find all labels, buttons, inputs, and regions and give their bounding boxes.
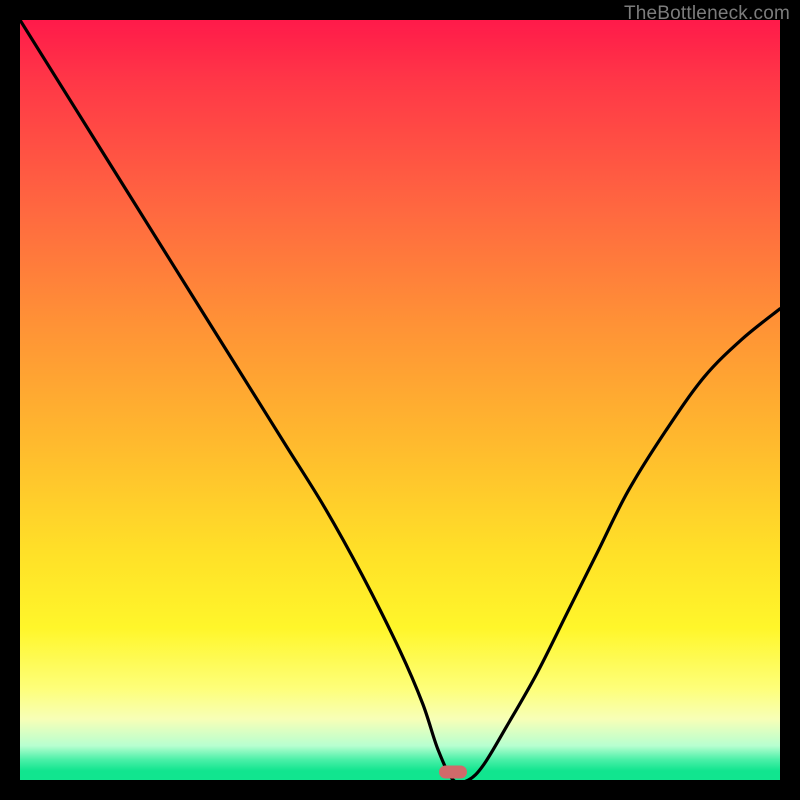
bottleneck-curve	[20, 20, 780, 780]
chart-container: TheBottleneck.com	[0, 0, 800, 800]
minimum-marker	[439, 766, 467, 779]
plot-area	[20, 20, 780, 780]
